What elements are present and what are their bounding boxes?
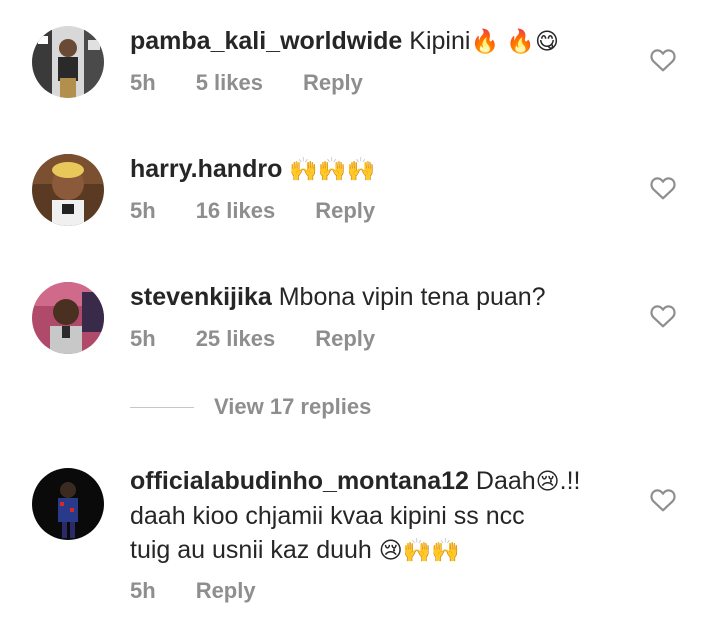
like-heart-icon[interactable] <box>650 488 676 512</box>
avatar-image <box>32 154 104 226</box>
reply-button[interactable]: Reply <box>303 70 363 96</box>
comment-emoji: 🔥 🔥😋 <box>470 29 560 55</box>
comment-time: 5h <box>130 578 156 603</box>
comment-username[interactable]: stevenkijika <box>130 283 272 311</box>
avatar[interactable] <box>32 468 104 540</box>
comment-username[interactable]: officialabudinho_montana12 <box>130 467 469 495</box>
comment-meta: 5h Reply <box>130 578 256 604</box>
reply-button[interactable]: Reply <box>315 326 375 352</box>
comment-likes[interactable]: 25 likes <box>196 326 276 352</box>
comment-text: officialabudinho_montana12 Daah😢.!! daah… <box>130 464 630 568</box>
like-heart-icon[interactable] <box>650 48 676 72</box>
comment-emoji: 😢🙌🙌 <box>378 538 461 564</box>
avatar[interactable] <box>32 282 104 354</box>
comment-body-line2: daah kioo chjamii kvaa kipini ss ncc <box>130 502 525 530</box>
comment-likes[interactable]: 16 likes <box>196 198 276 224</box>
comment-emoji: 🙌🙌🙌 <box>289 157 376 183</box>
comment-time: 5h <box>130 198 156 223</box>
avatar[interactable] <box>32 154 104 226</box>
like-heart-icon[interactable] <box>650 304 676 328</box>
avatar-image <box>32 468 104 540</box>
replies-divider <box>130 406 194 408</box>
comment-text: stevenkijika Mbona vipin tena puan? <box>130 280 630 314</box>
avatar-image <box>32 26 104 98</box>
comment-body: Kipini <box>409 27 471 55</box>
like-heart-icon[interactable] <box>650 176 676 200</box>
comment-body-suffix: .!! <box>559 467 581 495</box>
comment-body: Daah <box>475 467 536 495</box>
comment-username[interactable]: harry.handro <box>130 155 282 183</box>
comment-meta: 5h 16 likes Reply <box>130 198 375 224</box>
comment-body-line3: tuig au usnii kaz duuh <box>130 536 372 564</box>
avatar[interactable] <box>32 26 104 98</box>
view-replies-label: View 17 replies <box>214 394 372 419</box>
comment-emoji: 😢 <box>535 469 560 495</box>
reply-button[interactable]: Reply <box>315 198 375 224</box>
reply-button[interactable]: Reply <box>196 578 256 604</box>
comment-likes[interactable]: 5 likes <box>196 70 263 96</box>
avatar-image <box>32 282 104 354</box>
comment-time: 5h <box>130 326 156 351</box>
comment-time: 5h <box>130 70 156 95</box>
comment-meta: 5h 25 likes Reply <box>130 326 375 352</box>
comment-text: pamba_kali_worldwide Kipini🔥 🔥😋 <box>130 24 630 59</box>
comment-meta: 5h 5 likes Reply <box>130 70 363 96</box>
comment-text: harry.handro 🙌🙌🙌 <box>130 152 630 187</box>
comment-username[interactable]: pamba_kali_worldwide <box>130 27 402 55</box>
view-replies-button[interactable]: View 17 replies <box>130 394 371 420</box>
comment-body: Mbona vipin tena puan? <box>278 283 546 311</box>
